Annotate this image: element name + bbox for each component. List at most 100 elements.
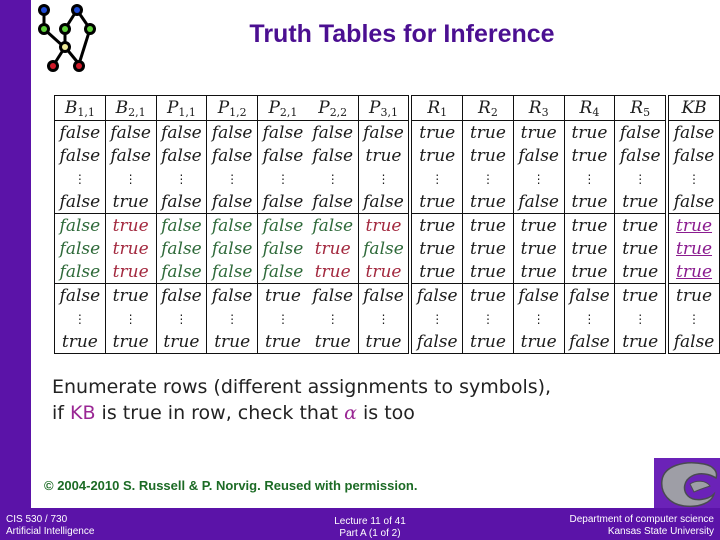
- table-cell: false: [54, 283, 106, 307]
- table-cell: false: [512, 144, 565, 167]
- header-subscript: 5: [643, 105, 651, 119]
- header-symbol: P: [318, 97, 330, 118]
- table-cell: false: [155, 190, 208, 214]
- table-cell: true: [408, 190, 464, 214]
- table-cell: false: [357, 190, 411, 214]
- table-cell: true: [104, 213, 157, 237]
- table-cell: false: [357, 120, 411, 144]
- table-cell: true: [307, 330, 359, 354]
- table-cell: true: [614, 260, 668, 284]
- kb-keyword: KB: [70, 402, 96, 424]
- department-info: Department of computer science Kansas St…: [569, 514, 714, 538]
- table-cell: true: [512, 213, 565, 237]
- table-cell: false: [54, 120, 106, 144]
- truth-table: B1,1 B2,1 P1,1 P1,2 P2,1 P2,2 P3,1 R1 R2 R3 R4 R5 KB…: [54, 95, 720, 354]
- column-header: P2,1: [257, 95, 308, 121]
- table-cell: true: [257, 283, 308, 307]
- table-cell: ⋮: [155, 307, 208, 330]
- table-cell: false: [307, 190, 359, 214]
- table-cell: ⋮: [155, 167, 208, 190]
- table-cell: false: [206, 237, 259, 260]
- column-header: P1,2: [206, 95, 259, 121]
- column-header: P2,2: [307, 95, 359, 121]
- table-cell: true: [462, 144, 514, 167]
- table-cell: true: [563, 144, 616, 167]
- column-header: B1,1: [54, 95, 106, 121]
- table-cell: ⋮: [357, 167, 411, 190]
- department-name: Department of computer science: [569, 514, 714, 525]
- table-cell: true: [512, 330, 565, 354]
- table-cell: false: [665, 144, 720, 167]
- table-cell: true: [614, 283, 668, 307]
- table-cell: false: [563, 330, 616, 354]
- column-header: R2: [462, 95, 514, 121]
- table-cell: true: [104, 190, 157, 214]
- column-header: KB: [665, 95, 720, 121]
- slide-title: Truth Tables for Inference: [249, 20, 555, 48]
- lecture-part: Part A (1 of 2): [339, 528, 401, 539]
- table-cell: ⋮: [206, 167, 259, 190]
- text-suffix: is too: [356, 402, 415, 424]
- column-header: R1: [408, 95, 464, 121]
- table-cell: ⋮: [408, 167, 464, 190]
- table-cell: true: [462, 260, 514, 284]
- header-symbol: P: [369, 97, 381, 118]
- copyright-notice: © 2004-2010 S. Russell & P. Norvig. Reus…: [44, 478, 418, 493]
- table-cell: ⋮: [665, 167, 720, 190]
- column-header: R3: [512, 95, 565, 121]
- table-cell: false: [104, 144, 157, 167]
- header-subscript: 1: [440, 105, 448, 119]
- table-cell: false: [665, 120, 720, 144]
- table-row: ⋮ ⋮ ⋮ ⋮ ⋮ ⋮ ⋮ ⋮ ⋮ ⋮ ⋮ ⋮ ⋮: [54, 167, 720, 190]
- header-symbol: R: [630, 97, 644, 118]
- table-cell: ⋮: [512, 307, 565, 330]
- table-cell: true: [408, 260, 464, 284]
- table-cell: false: [54, 213, 106, 237]
- header-subscript: 1,1: [178, 105, 196, 119]
- lecture-info: Lecture 11 of 41 Part A (1 of 2): [300, 516, 440, 540]
- table-cell: true: [462, 213, 514, 237]
- header-subscript: 2,1: [128, 105, 146, 119]
- header-subscript: 3: [541, 105, 549, 119]
- course-info: CIS 530 / 730 Artificial Intelligence: [6, 514, 94, 538]
- table-cell: false: [257, 213, 308, 237]
- table-cell: true: [104, 260, 157, 284]
- table-row: false true false false false false true true tru…: [54, 213, 720, 237]
- table-cell: false: [357, 283, 411, 307]
- table-cell: true: [462, 283, 514, 307]
- course-name: Artificial Intelligence: [6, 526, 95, 537]
- table-cell: false: [357, 237, 411, 260]
- table-cell: ⋮: [104, 167, 157, 190]
- column-header: R4: [563, 95, 616, 121]
- table-cell: true: [614, 237, 668, 260]
- table-cell: true: [563, 237, 616, 260]
- header-subscript: 2: [490, 105, 498, 119]
- explanation-line-2: if KB is true in row, check that α is to…: [52, 400, 551, 426]
- table-cell: ⋮: [512, 167, 565, 190]
- table-cell: ⋮: [257, 167, 308, 190]
- table-cell: false: [307, 120, 359, 144]
- table-cell: false: [206, 190, 259, 214]
- table-cell: false: [155, 237, 208, 260]
- table-cell: true: [665, 260, 720, 284]
- table-cell: false: [155, 283, 208, 307]
- table-cell: true: [462, 120, 514, 144]
- table-cell: false: [54, 260, 106, 284]
- table-cell: false: [563, 283, 616, 307]
- table-cell: false: [54, 144, 106, 167]
- table-cell: false: [206, 144, 259, 167]
- table-cell: ⋮: [307, 167, 359, 190]
- header-subscript: 2,1: [279, 105, 298, 119]
- table-cell: true: [408, 237, 464, 260]
- table-cell: false: [206, 120, 259, 144]
- table-row: false false false false false false true true tr…: [54, 144, 720, 167]
- header-symbol: P: [166, 97, 179, 118]
- table-cell: ⋮: [665, 307, 720, 330]
- alpha-symbol: α: [344, 402, 357, 424]
- table-cell: false: [155, 144, 208, 167]
- table-cell: false: [54, 190, 106, 214]
- table-cell: true: [462, 330, 514, 354]
- explanation-text: Enumerate rows (different assignments to…: [52, 374, 551, 426]
- table-cell: true: [665, 213, 720, 237]
- header-subscript: 1,1: [77, 105, 95, 119]
